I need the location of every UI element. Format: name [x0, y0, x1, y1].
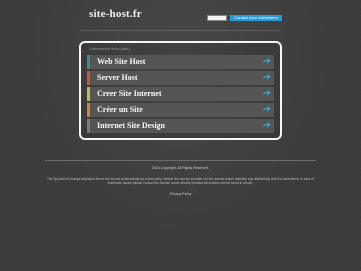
disclaimer-text: The Sponsored Listings displayed above a…: [46, 177, 315, 186]
link-web-site-host[interactable]: Web Site Host ➔: [87, 55, 274, 69]
arrow-right-icon: ➔: [262, 56, 271, 67]
link-label: Web Site Host: [97, 57, 146, 66]
search-input[interactable]: [207, 15, 227, 21]
link-label: Internet Site Design: [97, 121, 165, 130]
footer-divider: [45, 160, 316, 161]
link-server-host[interactable]: Server Host ➔: [87, 71, 274, 85]
contact-advertisers-link[interactable]: Contact your advertisers: [230, 15, 282, 21]
site-logo[interactable]: site-host.fr: [89, 8, 142, 20]
link-label: Créer un Site: [97, 105, 143, 114]
link-list: Web Site Host ➔ Server Host ➔ Creer Site…: [87, 55, 274, 135]
header-divider: [80, 30, 281, 31]
link-creer-un-site[interactable]: Créer un Site ➔: [87, 103, 274, 117]
link-label: Creer Site Internet: [97, 89, 162, 98]
arrow-right-icon: ➔: [262, 104, 271, 115]
panel-caption: Commercial links (ads): [89, 46, 130, 51]
privacy-policy-link[interactable]: Privacy Policy: [0, 192, 361, 196]
link-label: Server Host: [97, 73, 138, 82]
ads-panel: Commercial links (ads) Web Site Host ➔ S…: [79, 41, 282, 140]
link-internet-site-design[interactable]: Internet Site Design ➔: [87, 119, 274, 133]
copyright-text: 2016 Copyright. All Rights Reserved.: [151, 166, 210, 170]
link-creer-site-internet[interactable]: Creer Site Internet ➔: [87, 87, 274, 101]
header: site-host.fr Contact your advertisers: [0, 0, 361, 30]
arrow-right-icon: ➔: [262, 72, 271, 83]
arrow-right-icon: ➔: [262, 88, 271, 99]
arrow-right-icon: ➔: [262, 120, 271, 131]
